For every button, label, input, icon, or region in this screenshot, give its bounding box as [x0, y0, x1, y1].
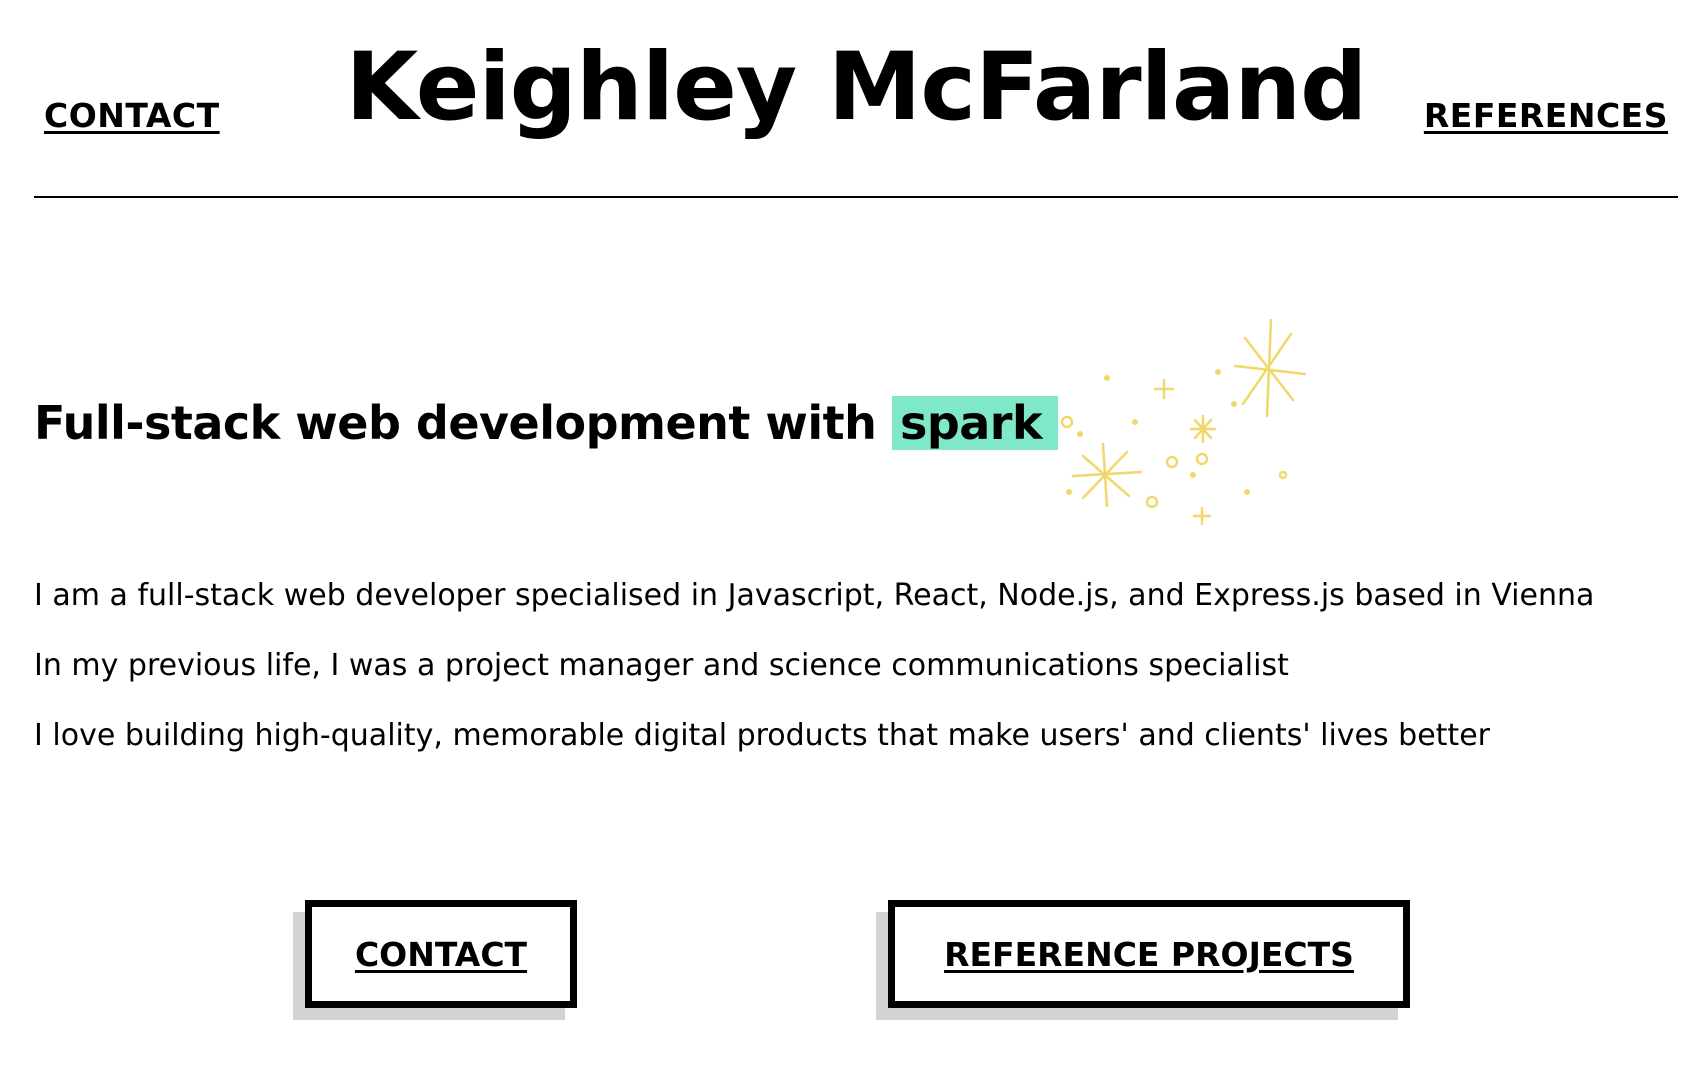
reference-projects-button[interactable]: REFERENCE PROJECTS [888, 900, 1410, 1008]
contact-button-group: CONTACT [293, 900, 577, 1020]
intro-text: I am a full-stack web developer speciali… [34, 572, 1684, 782]
intro-line: I love building high-quality, memorable … [34, 718, 1490, 753]
hero-heading-prefix: Full-stack web development with [34, 396, 892, 450]
hero-heading: Full-stack web development with spark [34, 390, 1059, 456]
contact-button[interactable]: CONTACT [305, 900, 577, 1008]
intro-line: In my previous life, I was a project man… [34, 648, 1289, 683]
site-header: CONTACT Keighley McFarland REFERENCES [34, 0, 1678, 198]
sparkles-decoration [1060, 318, 1307, 526]
nav-references-link[interactable]: REFERENCES [1424, 96, 1668, 135]
reference-projects-button-group: REFERENCE PROJECTS [876, 900, 1410, 1020]
intro-line: I am a full-stack web developer speciali… [34, 578, 1595, 613]
hero-heading-highlight: spark [891, 396, 1059, 450]
